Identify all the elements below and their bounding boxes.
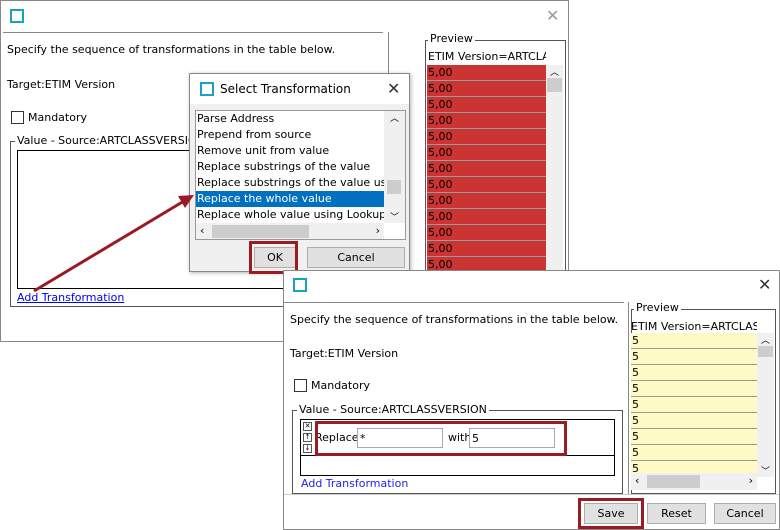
mandatory-label: Mandatory	[311, 379, 371, 392]
save-highlight	[578, 498, 644, 529]
replace-highlight	[315, 421, 567, 456]
mandatory-checkbox[interactable]	[294, 379, 307, 392]
preview-row: 5	[631, 413, 757, 429]
preview-row: 5	[631, 365, 757, 381]
preview-header: ETIM Version=ARTCLASSV	[631, 320, 757, 333]
front-window: ✕ Specify the sequence of transformation…	[283, 270, 780, 530]
cancel-button[interactable]: Cancel	[714, 503, 776, 524]
preview-row: 5	[631, 381, 757, 397]
add-transformation-link[interactable]: Add Transformation	[301, 477, 408, 490]
reset-button[interactable]: Reset	[647, 503, 706, 524]
preview-vscrollbar[interactable]: ︿ ﹀	[757, 333, 774, 477]
instruction-text: Specify the sequence of transformations …	[290, 313, 619, 326]
delete-icon[interactable]: ✕	[303, 422, 312, 431]
target-label: Target:ETIM Version	[290, 347, 399, 360]
preview-row: 5	[631, 397, 757, 413]
close-icon[interactable]: ✕	[758, 277, 771, 293]
move-up-icon[interactable]: ↑	[303, 433, 312, 442]
preview-rows: 555555555	[631, 333, 757, 477]
preview-hscrollbar[interactable]: ‹ ›	[631, 473, 757, 490]
preview-row: 5	[631, 429, 757, 445]
preview-row: 5	[631, 349, 757, 365]
preview-row: 5	[631, 445, 757, 461]
preview-row: 5	[631, 333, 757, 349]
window-icon	[293, 278, 307, 292]
move-down-icon[interactable]: ↓	[303, 444, 312, 453]
